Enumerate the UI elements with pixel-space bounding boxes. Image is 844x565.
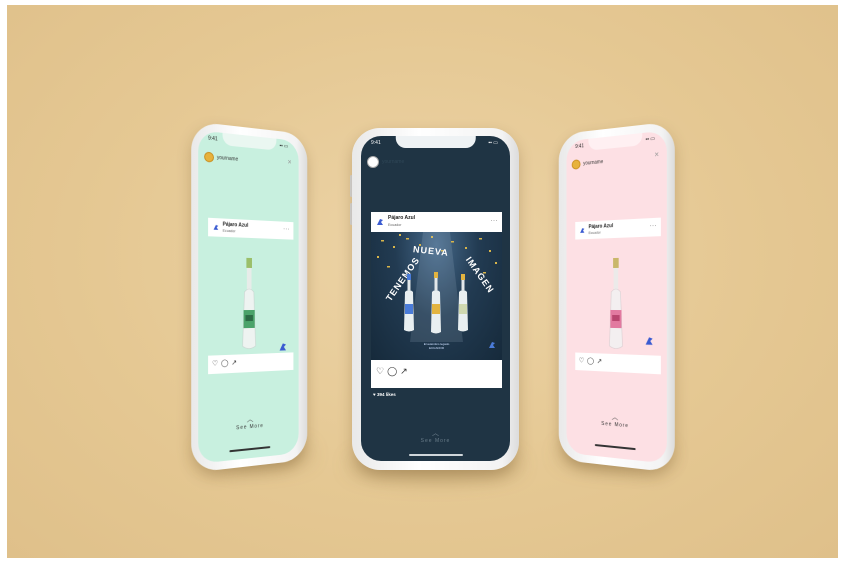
comment-icon[interactable]: ◯ (387, 366, 397, 377)
close-icon[interactable]: × (288, 157, 292, 166)
home-indicator (409, 454, 463, 456)
post-location: Ecuador (223, 229, 236, 234)
heart-icon[interactable]: ♡ (376, 366, 384, 377)
brand-name: Pájaro Azul (388, 215, 415, 221)
bottle-image (602, 258, 630, 354)
phone-center-screen: 9:41 ▪▪ ▭ yourname Pájaro Azul Ecuador ··… (361, 136, 510, 461)
battery-icon: ▪▪ ▭ (488, 140, 498, 146)
post-image: TENEMOS NUEVA IMAGEN El auténtico legado… (371, 232, 502, 360)
share-icon[interactable]: ↗ (597, 357, 602, 365)
username: yourname (583, 159, 603, 167)
phone-right-screen: 9:41 ▪▪ ▭ yourname × Pájaro Azul Ecuador … (566, 130, 666, 463)
brand-name: Pájaro Azul (223, 222, 249, 229)
phone-left: 9:41 ▪▪ ▭ yourname × Pájaro Azul Ecuador … (191, 121, 307, 473)
bird-logo-icon (487, 340, 497, 350)
username: yourname (382, 159, 404, 165)
post-actions: ♡ ◯ ↗ (371, 360, 502, 388)
see-more-link[interactable]: See More (361, 438, 510, 444)
battery-icon: ▪▪ ▭ (646, 136, 655, 143)
username: yourname (217, 155, 238, 163)
avatar[interactable] (204, 152, 214, 163)
bird-logo-icon (375, 217, 385, 227)
bottle-image (235, 258, 263, 354)
more-dots-icon[interactable]: ··· (283, 227, 290, 233)
home-indicator (595, 444, 636, 450)
more-dots-icon[interactable]: ··· (650, 223, 657, 229)
likes-label: 394 likes (377, 392, 396, 397)
share-icon[interactable]: ↗ (400, 366, 408, 377)
bird-logo-icon (212, 223, 220, 232)
phone-right: 9:41 ▪▪ ▭ yourname × Pájaro Azul Ecuador … (559, 121, 675, 473)
bird-logo-icon (643, 335, 655, 348)
bird-logo-icon (579, 226, 586, 234)
tagline-country: ECUADOR (371, 346, 502, 350)
status-time: 9:41 (371, 140, 381, 146)
avatar[interactable] (367, 156, 379, 168)
avatar[interactable] (572, 159, 581, 170)
post-location: Ecuador (589, 231, 601, 235)
heart-icon[interactable]: ♡ (212, 359, 218, 367)
phone-center: 9:41 ▪▪ ▭ yourname Pájaro Azul Ecuador ··… (352, 128, 519, 470)
bird-logo-icon (277, 341, 288, 353)
share-icon[interactable]: ↗ (231, 359, 237, 367)
status-time: 9:41 (575, 143, 584, 150)
phone-left-screen: 9:41 ▪▪ ▭ yourname × Pájaro Azul Ecuador … (198, 130, 298, 464)
status-time: 9:41 (208, 135, 218, 142)
post-location: Ecuador (388, 223, 401, 227)
comment-icon[interactable]: ◯ (587, 357, 594, 365)
heart-icon[interactable]: ♡ (579, 357, 585, 365)
brand-name: Pájaro Azul (589, 223, 614, 230)
comment-icon[interactable]: ◯ (221, 359, 229, 367)
heart-filled-icon: ♥ (373, 392, 376, 397)
close-icon[interactable]: × (654, 150, 659, 160)
home-indicator (229, 446, 270, 452)
battery-icon: ▪▪ ▭ (280, 143, 289, 150)
post-header: Pájaro Azul Ecuador ··· (371, 212, 502, 232)
post-header: Pájaro Azul Ecuador ··· (208, 218, 293, 240)
post-actions: ♡ ◯ ↗ (208, 352, 293, 374)
post-header: Pájaro Azul Ecuador ··· (575, 218, 661, 240)
likes-count: ♥ 394 likes (373, 392, 396, 397)
post-actions: ♡ ◯ ↗ (575, 352, 661, 374)
bottles-image (371, 232, 502, 360)
more-dots-icon[interactable]: ··· (491, 218, 499, 224)
chevron-up-icon[interactable]: ︿ (361, 428, 510, 438)
image-frame: 9:41 ▪▪ ▭ yourname × Pájaro Azul Ecuador … (0, 0, 844, 565)
